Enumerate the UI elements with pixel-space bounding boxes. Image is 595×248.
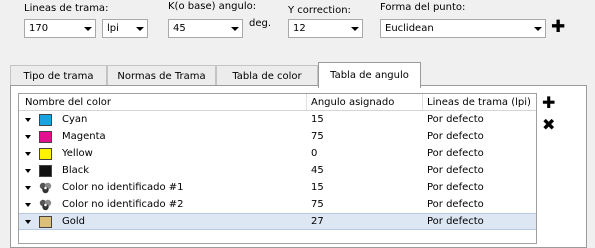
table-row[interactable]: Color no identificado #2 75 Por defecto — [19, 196, 536, 213]
table-row[interactable]: Cyan 15 Por defecto — [19, 111, 536, 128]
tab-label: Tabla de angulo — [330, 70, 409, 81]
unidentified-color-icon — [39, 199, 52, 211]
dot-shape-combo[interactable]: Euclidean — [380, 19, 546, 38]
y-correction-value: 12 — [293, 23, 306, 34]
unit-value: lpi — [107, 23, 119, 34]
tab-tabla-de-angulo[interactable]: Tabla de angulo — [318, 62, 421, 88]
expand-arrow-icon[interactable] — [25, 185, 31, 190]
column-header-angle[interactable]: Angulo asignado — [307, 94, 423, 110]
angle-table: Nombre del color Angulo asignado Lineas … — [18, 93, 537, 244]
tab-label: Normas de Trama — [117, 71, 206, 82]
add-dot-shape-plus-icon[interactable]: ✚ — [551, 19, 565, 36]
angle-cell[interactable]: 75 — [307, 199, 423, 210]
expand-arrow-icon[interactable] — [25, 151, 31, 156]
unidentified-color-icon — [39, 182, 52, 194]
tab-tipo-de-trama[interactable]: Tipo de trama — [10, 65, 107, 87]
color-swatch — [39, 147, 52, 160]
lpi-cell[interactable]: Por defecto — [423, 182, 536, 193]
angle-cell[interactable]: 15 — [307, 114, 423, 125]
angle-cell[interactable]: 75 — [307, 131, 423, 142]
table-row[interactable]: Gold 27 Por defecto — [19, 213, 536, 230]
dot-shape-label: Forma del punto: — [380, 2, 466, 13]
color-name-cell: Color no identificado #1 — [19, 182, 307, 194]
angle-cell[interactable]: 0 — [307, 148, 423, 159]
angle-cell[interactable]: 45 — [307, 165, 423, 176]
lpi-combo[interactable]: 170 — [24, 19, 96, 38]
table-row[interactable]: Black 45 Por defecto — [19, 162, 536, 179]
color-name-cell: Color no identificado #2 — [19, 199, 307, 211]
lpi-cell[interactable]: Por defecto — [423, 114, 536, 125]
lpi-label: Lineas de trama: — [24, 3, 109, 14]
color-name-cell: Yellow — [19, 147, 307, 160]
k-angle-combo[interactable]: 45 — [168, 19, 243, 38]
color-swatch — [39, 113, 52, 126]
color-name-cell: Cyan — [19, 113, 307, 126]
color-swatch — [39, 130, 52, 143]
column-header-color-name[interactable]: Nombre del color — [19, 94, 307, 110]
k-angle-label: K(o base) angulo: — [168, 1, 257, 12]
y-correction-label: Y correction: — [288, 5, 351, 16]
lpi-cell[interactable]: Por defecto — [423, 216, 536, 227]
chevron-down-icon[interactable] — [132, 20, 147, 37]
table-header: Nombre del color Angulo asignado Lineas … — [19, 94, 536, 111]
chevron-down-icon[interactable] — [227, 20, 242, 37]
dot-shape-value: Euclidean — [385, 23, 434, 34]
chevron-down-icon[interactable] — [347, 20, 362, 37]
lpi-cell[interactable]: Por defecto — [423, 148, 536, 159]
color-name-cell: Magenta — [19, 130, 307, 143]
color-name-label: Cyan — [62, 114, 88, 125]
color-name-label: Black — [62, 165, 90, 176]
y-correction-combo[interactable]: 12 — [288, 19, 363, 38]
unit-combo[interactable]: lpi — [102, 19, 148, 38]
expand-arrow-icon[interactable] — [25, 168, 31, 173]
tab-label: Tabla de color — [232, 71, 302, 82]
color-name-cell: Black — [19, 164, 307, 177]
color-name-label: Color no identificado #2 — [62, 199, 184, 210]
color-swatch — [39, 215, 52, 228]
expand-arrow-icon[interactable] — [25, 202, 31, 207]
tab-normas-de-trama[interactable]: Normas de Trama — [107, 65, 216, 87]
deg-label: deg. — [249, 18, 272, 29]
tab-tabla-de-color[interactable]: Tabla de color — [216, 65, 318, 87]
column-header-lpi[interactable]: Lineas de trama (lpi) — [423, 94, 536, 110]
add-row-plus-icon[interactable]: ✚ — [542, 95, 555, 111]
angle-cell[interactable]: 27 — [307, 216, 423, 227]
lpi-cell[interactable]: Por defecto — [423, 131, 536, 142]
color-swatch — [39, 164, 52, 177]
expand-arrow-icon[interactable] — [25, 117, 31, 122]
lpi-cell[interactable]: Por defecto — [423, 199, 536, 210]
expand-arrow-icon[interactable] — [25, 134, 31, 139]
angle-cell[interactable]: 15 — [307, 182, 423, 193]
remove-row-x-icon[interactable]: ✖ — [542, 117, 555, 133]
chevron-down-icon[interactable] — [80, 20, 95, 37]
color-name-label: Gold — [62, 216, 85, 227]
expand-arrow-icon[interactable] — [25, 219, 31, 224]
table-body: Cyan 15 Por defecto Magenta 75 Por defecto Yel… — [19, 111, 536, 230]
tab-label: Tipo de trama — [23, 71, 94, 82]
table-row[interactable]: Yellow 0 Por defecto — [19, 145, 536, 162]
table-row[interactable]: Magenta 75 Por defecto — [19, 128, 536, 145]
color-name-label: Magenta — [62, 131, 106, 142]
chevron-down-icon[interactable] — [530, 20, 545, 37]
color-name-label: Color no identificado #1 — [62, 182, 184, 193]
lpi-value: 170 — [29, 23, 49, 34]
table-row[interactable]: Color no identificado #1 15 Por defecto — [19, 179, 536, 196]
k-angle-value: 45 — [173, 23, 186, 34]
color-name-cell: Gold — [19, 215, 307, 228]
color-name-label: Yellow — [62, 148, 93, 159]
lpi-cell[interactable]: Por defecto — [423, 165, 536, 176]
